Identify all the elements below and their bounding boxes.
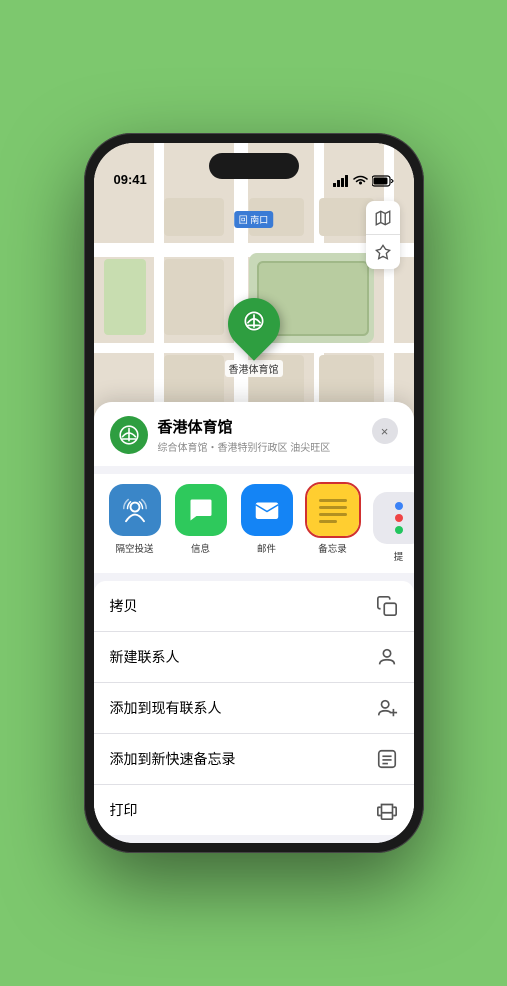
pin-icon-inner xyxy=(241,308,267,340)
more-icon xyxy=(373,492,414,544)
mail-label: 邮件 xyxy=(257,541,276,555)
notes-selected-outline xyxy=(307,484,359,536)
pin-icon-shape xyxy=(217,287,291,361)
phone-screen: 09:41 xyxy=(94,143,414,843)
share-item-airdrop[interactable]: 隔空投送 xyxy=(106,484,164,563)
action-print[interactable]: 打印 xyxy=(94,785,414,835)
venue-header: 香港体育馆 综合体育馆・香港特别行政区 油尖旺区 × xyxy=(94,402,414,466)
map-type-button[interactable] xyxy=(366,201,400,235)
wifi-icon xyxy=(353,175,368,187)
person-add-icon xyxy=(376,697,398,719)
action-list: 拷贝 新建联系人 添加到现有联系人 xyxy=(94,581,414,835)
message-icon xyxy=(175,484,227,536)
share-item-message[interactable]: 信息 xyxy=(172,484,230,563)
signal-icon xyxy=(333,175,349,187)
venue-name: 香港体育馆 xyxy=(158,416,362,437)
south-mouth-label: 回 南口 xyxy=(234,211,274,228)
share-item-notes[interactable]: 备忘录 xyxy=(304,484,362,563)
action-new-contact-label: 新建联系人 xyxy=(110,647,180,667)
note-icon xyxy=(376,748,398,770)
venue-description: 综合体育馆・香港特别行政区 油尖旺区 xyxy=(158,439,362,454)
notes-line-4 xyxy=(319,520,337,523)
location-button[interactable] xyxy=(366,235,400,269)
person-icon xyxy=(376,646,398,668)
more-label: 提 xyxy=(394,549,404,563)
airdrop-label: 隔空投送 xyxy=(115,541,153,555)
map-controls xyxy=(366,201,400,269)
copy-icon xyxy=(376,595,398,617)
more-dot-red xyxy=(395,514,403,522)
venue-info: 香港体育馆 综合体育馆・香港特别行政区 油尖旺区 xyxy=(158,416,362,454)
more-dot-blue xyxy=(395,502,403,510)
notes-label: 备忘录 xyxy=(318,541,347,555)
action-copy[interactable]: 拷贝 xyxy=(94,581,414,632)
more-dot-green xyxy=(395,526,403,534)
venue-icon xyxy=(110,416,148,454)
status-time: 09:41 xyxy=(114,172,147,187)
share-item-more[interactable]: 提 xyxy=(370,484,414,563)
airdrop-icon xyxy=(109,484,161,536)
notes-line-3 xyxy=(319,513,347,516)
notes-line-1 xyxy=(319,499,347,502)
action-copy-label: 拷贝 xyxy=(110,596,138,616)
notes-icon xyxy=(307,484,359,536)
dynamic-island xyxy=(209,153,299,179)
message-label: 信息 xyxy=(191,541,210,555)
action-print-label: 打印 xyxy=(110,800,138,820)
pin-label: 香港体育馆 xyxy=(225,360,283,377)
bottom-sheet: 香港体育馆 综合体育馆・香港特别行政区 油尖旺区 × xyxy=(94,402,414,843)
venue-pin[interactable]: 香港体育馆 xyxy=(225,298,283,377)
notes-lines xyxy=(313,491,353,529)
phone-frame: 09:41 xyxy=(84,133,424,853)
action-add-note-label: 添加到新快速备忘录 xyxy=(110,749,236,769)
mail-icon xyxy=(241,484,293,536)
share-item-mail[interactable]: 邮件 xyxy=(238,484,296,563)
battery-icon xyxy=(372,175,394,187)
status-icons xyxy=(333,175,394,187)
action-add-existing[interactable]: 添加到现有联系人 xyxy=(94,683,414,734)
notes-line-2 xyxy=(319,506,347,509)
action-add-note[interactable]: 添加到新快速备忘录 xyxy=(94,734,414,785)
action-new-contact[interactable]: 新建联系人 xyxy=(94,632,414,683)
close-button[interactable]: × xyxy=(372,418,398,444)
action-add-existing-label: 添加到现有联系人 xyxy=(110,698,222,718)
print-icon xyxy=(376,799,398,821)
share-row: 隔空投送 信息 xyxy=(94,474,414,573)
